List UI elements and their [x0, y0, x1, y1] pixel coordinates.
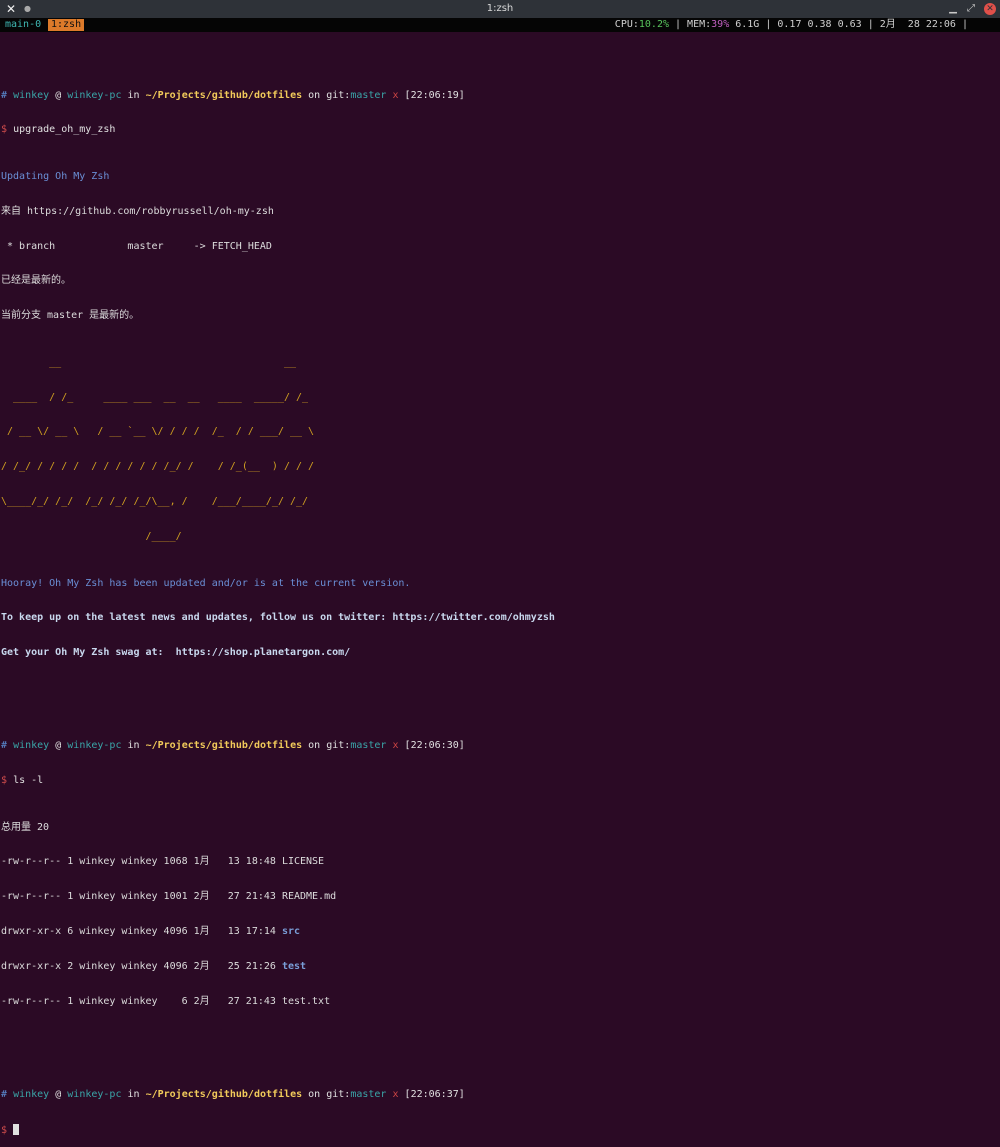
ascii-art-line: __ __	[1, 356, 297, 368]
ls-row: -rw-r--r-- 1 winkey winkey 1001 2月 27 21…	[1, 891, 337, 903]
status-rest: 6.1G | 0.17 0.38 0.63 | 2月 28 22:06 |	[729, 19, 968, 30]
prompt-line: # winkey @ winkey-pc in ~/Projects/githu…	[1, 89, 465, 101]
output-line: 来自 https://github.com/robbyrussell/oh-my…	[1, 205, 274, 217]
window-titlebar: ✕ ● 1:zsh ▁ ⤢ ✕	[0, 0, 1000, 18]
window-title: 1:zsh	[486, 3, 514, 14]
ls-row: -rw-r--r-- 1 winkey winkey 1068 1月 13 18…	[1, 856, 325, 868]
output-line: To keep up on the latest news and update…	[1, 612, 555, 624]
tmux-window-tab[interactable]: 1:zsh	[48, 19, 85, 31]
ascii-art-line: /____/	[1, 531, 182, 543]
mem-value: 39%	[711, 19, 730, 30]
close-icon[interactable]: ✕	[984, 3, 996, 15]
restore-icon[interactable]: ⤢	[964, 2, 978, 16]
prompt-line: # winkey @ winkey-pc in ~/Projects/githu…	[1, 1088, 465, 1100]
tmux-system-status: CPU:10.2% | MEM:39% 6.1G | 0.17 0.38 0.6…	[615, 18, 968, 32]
output-line: 已经是最新的。	[1, 275, 71, 287]
tmux-session[interactable]: main-0	[5, 18, 41, 32]
command-line: $ upgrade_oh_my_zsh	[1, 124, 116, 136]
prompt-line: # winkey @ winkey-pc in ~/Projects/githu…	[1, 740, 465, 752]
ascii-art-line: \____/_/ /_/ /_/ /_/ /_/\__, / /___/____…	[1, 496, 309, 508]
tmux-status-bar: main-0 1:zsh CPU:10.2% | MEM:39% 6.1G | …	[0, 18, 1000, 32]
text-cursor	[13, 1123, 20, 1135]
cpu-label: CPU:	[614, 19, 639, 30]
ls-total: 总用量 20	[1, 821, 50, 833]
command-line[interactable]: $	[1, 1123, 999, 1136]
ls-row: drwxr-xr-x 2 winkey winkey 4096 2月 25 21…	[1, 961, 307, 973]
minimize-icon[interactable]: ▁	[946, 2, 960, 16]
output-line: 当前分支 master 是最新的。	[1, 310, 140, 322]
mem-label: | MEM:	[669, 19, 712, 30]
cpu-value: 10.2%	[638, 19, 669, 30]
ascii-art-line: / __ \/ __ \ / __ `__ \/ / / / /_ / / __…	[1, 426, 315, 438]
command-line: $ ls -l	[1, 775, 44, 787]
output-line: Hooray! Oh My Zsh has been updated and/o…	[1, 577, 411, 589]
output-line: Get your Oh My Zsh swag at: https://shop…	[1, 647, 351, 659]
ls-row: drwxr-xr-x 6 winkey winkey 4096 1月 13 17…	[1, 926, 300, 938]
output-line: Updating Oh My Zsh	[1, 170, 110, 182]
ascii-art-line: / /_/ / / / / / / / / / / /_/ / / /_(__ …	[1, 461, 315, 473]
output-line: * branch master -> FETCH_HEAD	[1, 240, 272, 252]
ls-row: -rw-r--r-- 1 winkey winkey 6 2月 27 21:43…	[1, 995, 331, 1007]
ascii-art-line: ____ / /_ ____ ___ __ __ ____ _____/ /_	[1, 391, 309, 403]
